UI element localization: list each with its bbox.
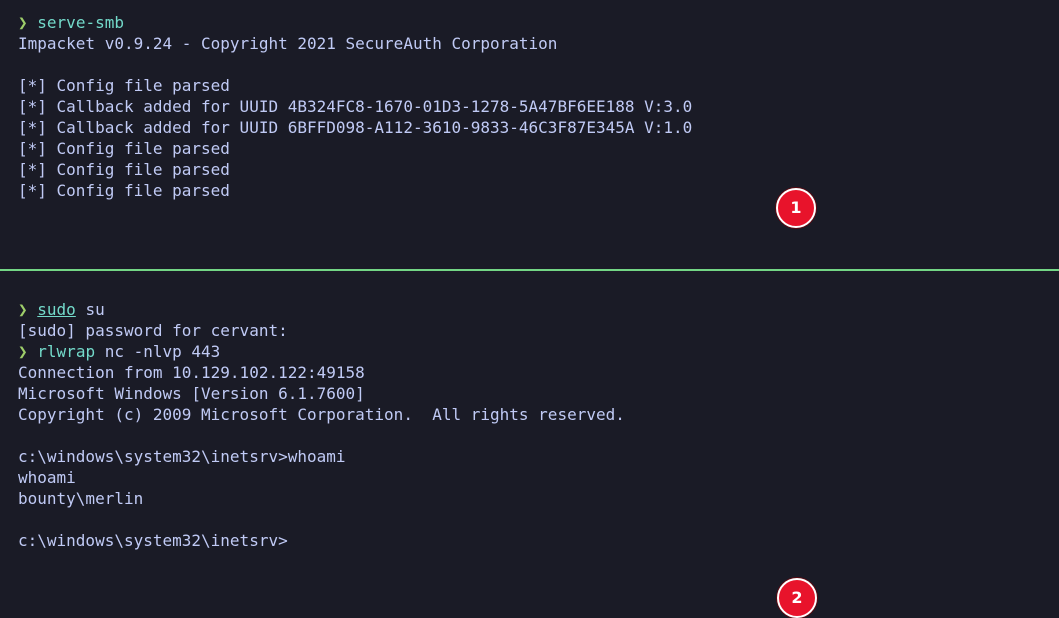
command-text: serve-smb [37, 13, 124, 32]
output-line: c:\windows\system32\inetsrv>whoami [18, 447, 346, 466]
command-text: sudo [37, 300, 76, 319]
prompt-line: ❯ rlwrap nc -nlvp 443 [18, 341, 625, 362]
output-line: Microsoft Windows [Version 6.1.7600] [18, 384, 365, 403]
terminal-pane-bottom[interactable]: ❯ sudo su [sudo] password for cervant: ❯… [0, 272, 1059, 618]
shell-prompt-line[interactable]: c:\windows\system32\inetsrv> [18, 530, 625, 551]
output-line: [*] Config file parsed [18, 139, 230, 158]
pane-divider[interactable] [0, 269, 1059, 271]
prompt-line: ❯ serve-smb [18, 12, 692, 33]
command-args: su [75, 300, 105, 319]
output-line: [*] Callback added for UUID 6BFFD098-A11… [18, 118, 693, 137]
output-line: Impacket v0.9.24 - Copyright 2021 Secure… [18, 34, 558, 53]
terminal-output-top: ❯ serve-smb Impacket v0.9.24 - Copyright… [18, 12, 692, 201]
command-text: rlwrap [37, 342, 96, 361]
command-args: nc -nlvp 443 [95, 342, 221, 361]
output-line: Connection from 10.129.102.122:49158 [18, 363, 365, 382]
annotation-badge-2: 2 [777, 578, 817, 618]
annotation-badge-1: 1 [776, 188, 816, 228]
prompt-line: ❯ sudo su [18, 299, 625, 320]
terminal-output-bottom: ❯ sudo su [sudo] password for cervant: ❯… [18, 299, 625, 551]
output-line: [*] Callback added for UUID 4B324FC8-167… [18, 97, 693, 116]
output-line: [*] Config file parsed [18, 76, 230, 95]
output-line: [*] Config file parsed [18, 181, 230, 200]
prompt-arrow-icon: ❯ [18, 13, 28, 32]
terminal-pane-top[interactable]: ❯ serve-smb Impacket v0.9.24 - Copyright… [0, 0, 1059, 269]
output-line: Copyright (c) 2009 Microsoft Corporation… [18, 405, 625, 424]
output-line: [*] Config file parsed [18, 160, 230, 179]
prompt-arrow-icon: ❯ [18, 300, 28, 319]
output-line: whoami [18, 468, 76, 487]
sudo-password-prompt: [sudo] password for cervant: [18, 321, 288, 340]
output-line: bounty\merlin [18, 489, 144, 508]
prompt-arrow-icon: ❯ [18, 342, 28, 361]
